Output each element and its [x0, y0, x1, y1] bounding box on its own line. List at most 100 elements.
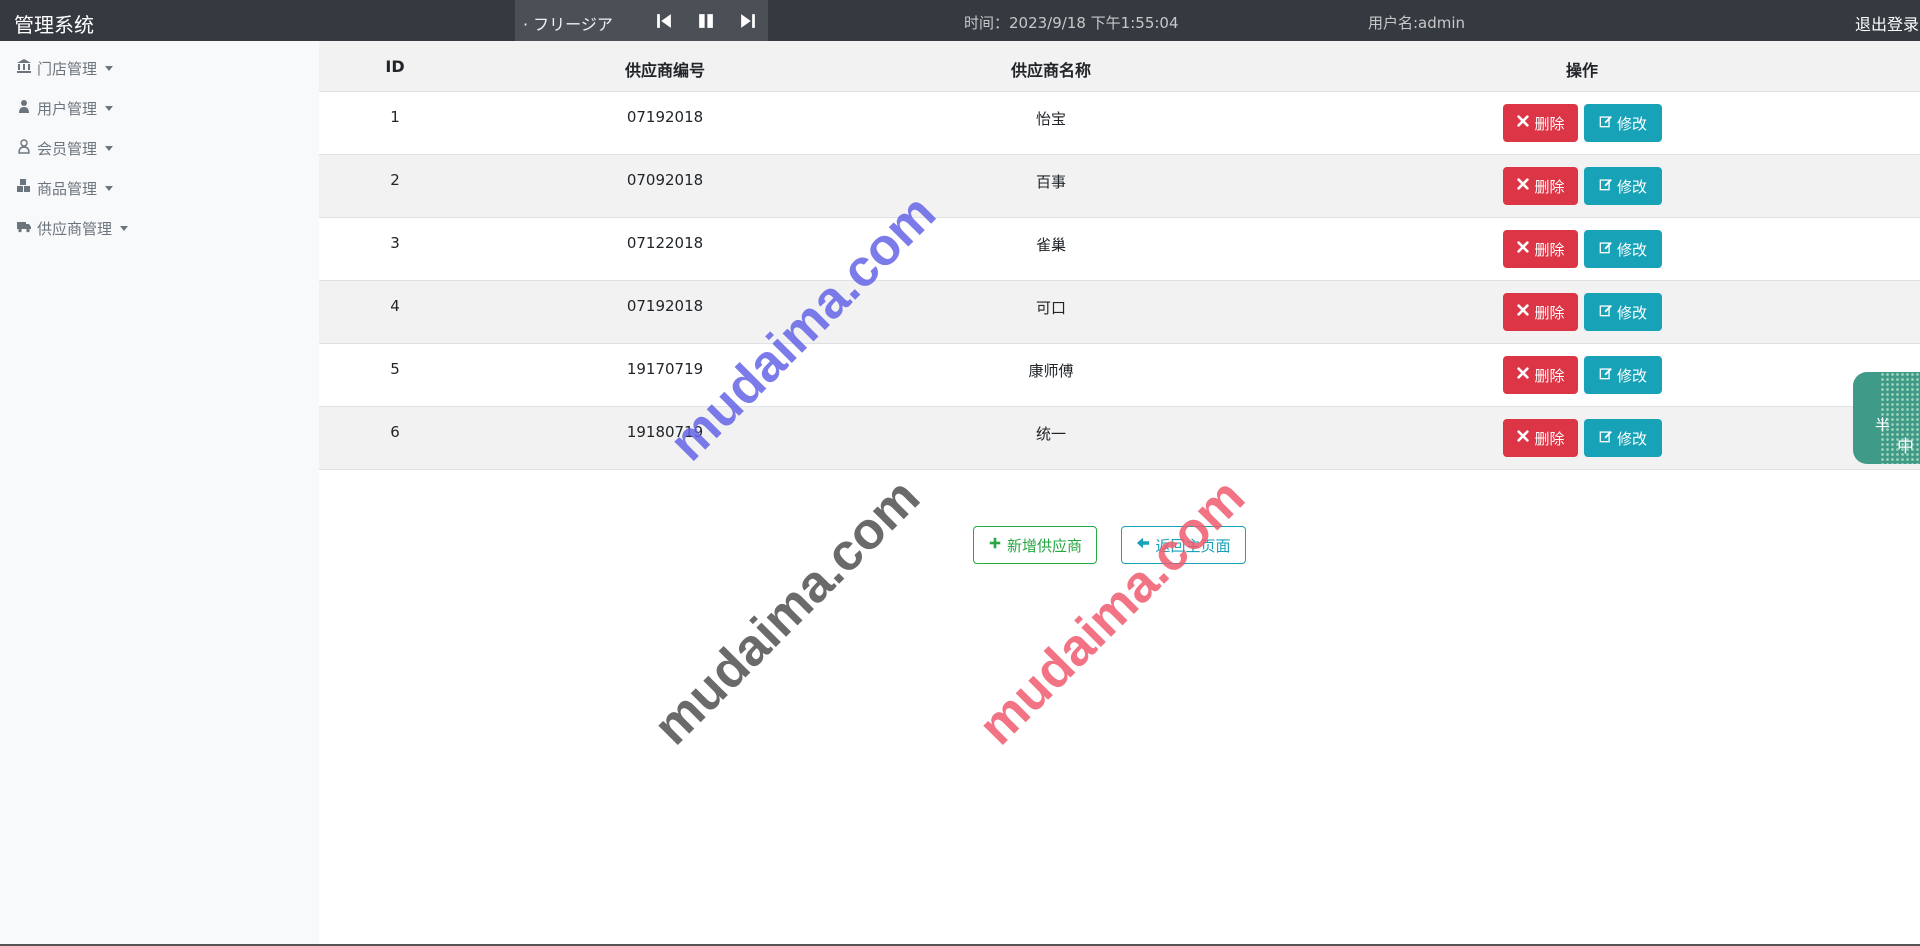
- edit-button[interactable]: 修改: [1584, 356, 1662, 394]
- delete-button[interactable]: 删除: [1503, 356, 1578, 394]
- delete-label: 删除: [1534, 114, 1565, 133]
- back-to-home-label: 返回主页面: [1155, 536, 1231, 555]
- bank-icon: [16, 58, 32, 78]
- sidebar-item-supplier-management[interactable]: 供应商管理: [16, 217, 129, 239]
- times-icon: [1516, 303, 1530, 321]
- widget-char: 中: [1897, 437, 1914, 457]
- floating-ime-widget[interactable]: 半 中: [1853, 372, 1920, 464]
- sidebar-item-label: 门店管理: [37, 59, 98, 78]
- watermark-text: mudaima.com: [642, 467, 931, 757]
- cubes-icon: [16, 178, 32, 198]
- cell-supplier-code: 07192018: [626, 108, 704, 126]
- current-time: 时间：2023/9/18 下午1:55:04: [964, 14, 1179, 32]
- cell-supplier-name: 康师傅: [1028, 362, 1074, 380]
- edit-icon: [1599, 240, 1613, 258]
- cell-supplier-name: 雀巢: [1035, 236, 1067, 254]
- caret-down-icon: [120, 225, 129, 231]
- edit-button[interactable]: 修改: [1584, 419, 1662, 457]
- cell-id: 4: [390, 297, 400, 315]
- pause-icon[interactable]: [695, 10, 717, 32]
- table-row: 2 07092018 百事 删除 修改: [319, 155, 1920, 218]
- delete-button[interactable]: 删除: [1503, 419, 1578, 457]
- logout-link[interactable]: 退出登录: [1855, 11, 1919, 35]
- sidebar-item-member-management[interactable]: 会员管理: [16, 137, 114, 159]
- add-supplier-label: 新增供应商: [1006, 536, 1082, 555]
- sidebar-item-product-management[interactable]: 商品管理: [16, 177, 114, 199]
- edit-label: 修改: [1616, 303, 1647, 322]
- cell-supplier-name: 统一: [1035, 425, 1067, 443]
- skip-forward-icon[interactable]: [737, 10, 759, 32]
- plus-icon: [988, 536, 1002, 554]
- skip-back-icon[interactable]: [653, 10, 675, 32]
- caret-down-icon: [105, 105, 114, 111]
- cell-supplier-code: 19180719: [626, 423, 704, 441]
- edit-icon: [1599, 177, 1613, 195]
- sidebar-item-label: 供应商管理: [37, 219, 113, 238]
- edit-icon: [1599, 366, 1613, 384]
- sidebar-item-store-management[interactable]: 门店管理: [16, 57, 114, 79]
- column-header-actions: 操作: [1565, 61, 1599, 80]
- times-icon: [1516, 240, 1530, 258]
- edit-button[interactable]: 修改: [1584, 293, 1662, 331]
- edit-label: 修改: [1616, 429, 1647, 448]
- edit-button[interactable]: 修改: [1584, 104, 1662, 142]
- user-icon: [16, 98, 32, 118]
- username-label: 用户名:admin: [1368, 14, 1466, 32]
- column-header-supplier-code: 供应商编号: [624, 61, 706, 80]
- app-title[interactable]: 管理系统: [14, 9, 94, 38]
- sidebar: 门店管理 用户管理 会员管理 商品管理 供应商管理: [0, 41, 319, 946]
- sidebar-item-user-management[interactable]: 用户管理: [16, 97, 114, 119]
- edit-label: 修改: [1616, 240, 1647, 259]
- delete-button[interactable]: 删除: [1503, 167, 1578, 205]
- column-header-id: ID: [385, 57, 405, 76]
- caret-down-icon: [105, 145, 114, 151]
- sidebar-item-label: 商品管理: [37, 179, 98, 198]
- cell-id: 5: [390, 360, 400, 378]
- cell-supplier-code: 07122018: [626, 234, 704, 252]
- cell-supplier-name: 怡宝: [1035, 110, 1067, 128]
- back-to-home-button[interactable]: 返回主页面: [1121, 526, 1246, 564]
- edit-icon: [1599, 114, 1613, 132]
- delete-label: 删除: [1534, 303, 1565, 322]
- edit-label: 修改: [1616, 114, 1647, 133]
- cell-supplier-code: 07092018: [626, 171, 704, 189]
- edit-icon: [1599, 429, 1613, 447]
- table-row: 4 07192018 可口 删除 修改: [319, 281, 1920, 344]
- add-supplier-button[interactable]: 新增供应商: [973, 526, 1097, 564]
- edit-label: 修改: [1616, 366, 1647, 385]
- table-row: 1 07192018 怡宝 删除 修改: [319, 92, 1920, 155]
- sidebar-item-label: 用户管理: [37, 99, 98, 118]
- cell-id: 6: [390, 423, 400, 441]
- cell-supplier-name: 可口: [1035, 299, 1067, 317]
- times-icon: [1516, 366, 1530, 384]
- edit-icon: [1599, 303, 1613, 321]
- widget-char: 半: [1875, 416, 1891, 434]
- caret-down-icon: [105, 65, 114, 71]
- edit-label: 修改: [1616, 177, 1647, 196]
- delete-label: 删除: [1534, 366, 1565, 385]
- caret-down-icon: [105, 185, 114, 191]
- arrow-left-icon: [1136, 536, 1150, 554]
- truck-icon: [16, 218, 32, 238]
- top-navbar: 管理系统 · フリージア 时间：2023/9/18 下午1:55:04 用户名:…: [0, 0, 1920, 41]
- watermark-text: mudaima.com: [967, 467, 1256, 757]
- delete-label: 删除: [1534, 240, 1565, 259]
- sidebar-item-label: 会员管理: [37, 139, 98, 158]
- cell-supplier-code: 07192018: [626, 297, 704, 315]
- table-header: ID 供应商编号 供应商名称 操作: [319, 41, 1920, 92]
- table-row: 5 19170719 康师傅 删除 修改: [319, 344, 1920, 407]
- table-row: 3 07122018 雀巢 删除 修改: [319, 218, 1920, 281]
- delete-button[interactable]: 删除: [1503, 230, 1578, 268]
- cell-id: 1: [390, 108, 400, 126]
- delete-label: 删除: [1534, 177, 1565, 196]
- edit-button[interactable]: 修改: [1584, 230, 1662, 268]
- cell-supplier-name: 百事: [1035, 173, 1067, 191]
- delete-button[interactable]: 删除: [1503, 104, 1578, 142]
- table-row: 6 19180719 统一 删除 修改: [319, 407, 1920, 470]
- delete-button[interactable]: 删除: [1503, 293, 1578, 331]
- edit-button[interactable]: 修改: [1584, 167, 1662, 205]
- delete-label: 删除: [1534, 429, 1565, 448]
- cell-id: 2: [390, 171, 400, 189]
- music-player: · フリージア: [515, 0, 768, 41]
- column-header-supplier-name: 供应商名称: [1010, 61, 1092, 80]
